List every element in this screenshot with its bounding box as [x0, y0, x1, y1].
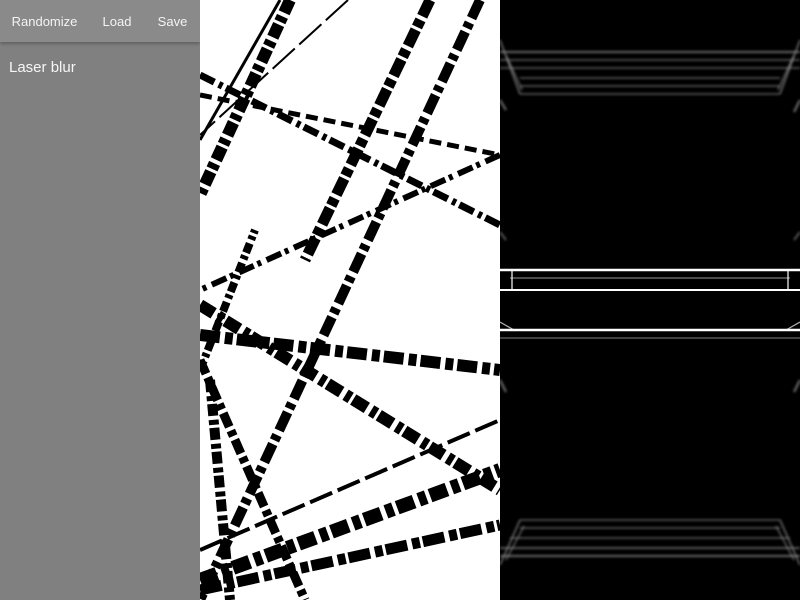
randomize-button[interactable]: Randomize [0, 0, 89, 42]
preset-name-label: Laser blur [9, 59, 76, 76]
control-panel: Randomize Load Save Laser blur [0, 0, 200, 600]
app-window: Randomize Load Save Laser blur [0, 0, 800, 600]
load-button[interactable]: Load [89, 0, 145, 42]
toolbar: Randomize Load Save [0, 0, 200, 42]
save-button[interactable]: Save [145, 0, 200, 42]
blurred-output-canvas[interactable] [500, 0, 800, 600]
blurred-output-image [500, 39, 800, 566]
source-pattern-image [200, 0, 500, 600]
source-pattern-canvas[interactable] [200, 0, 500, 600]
